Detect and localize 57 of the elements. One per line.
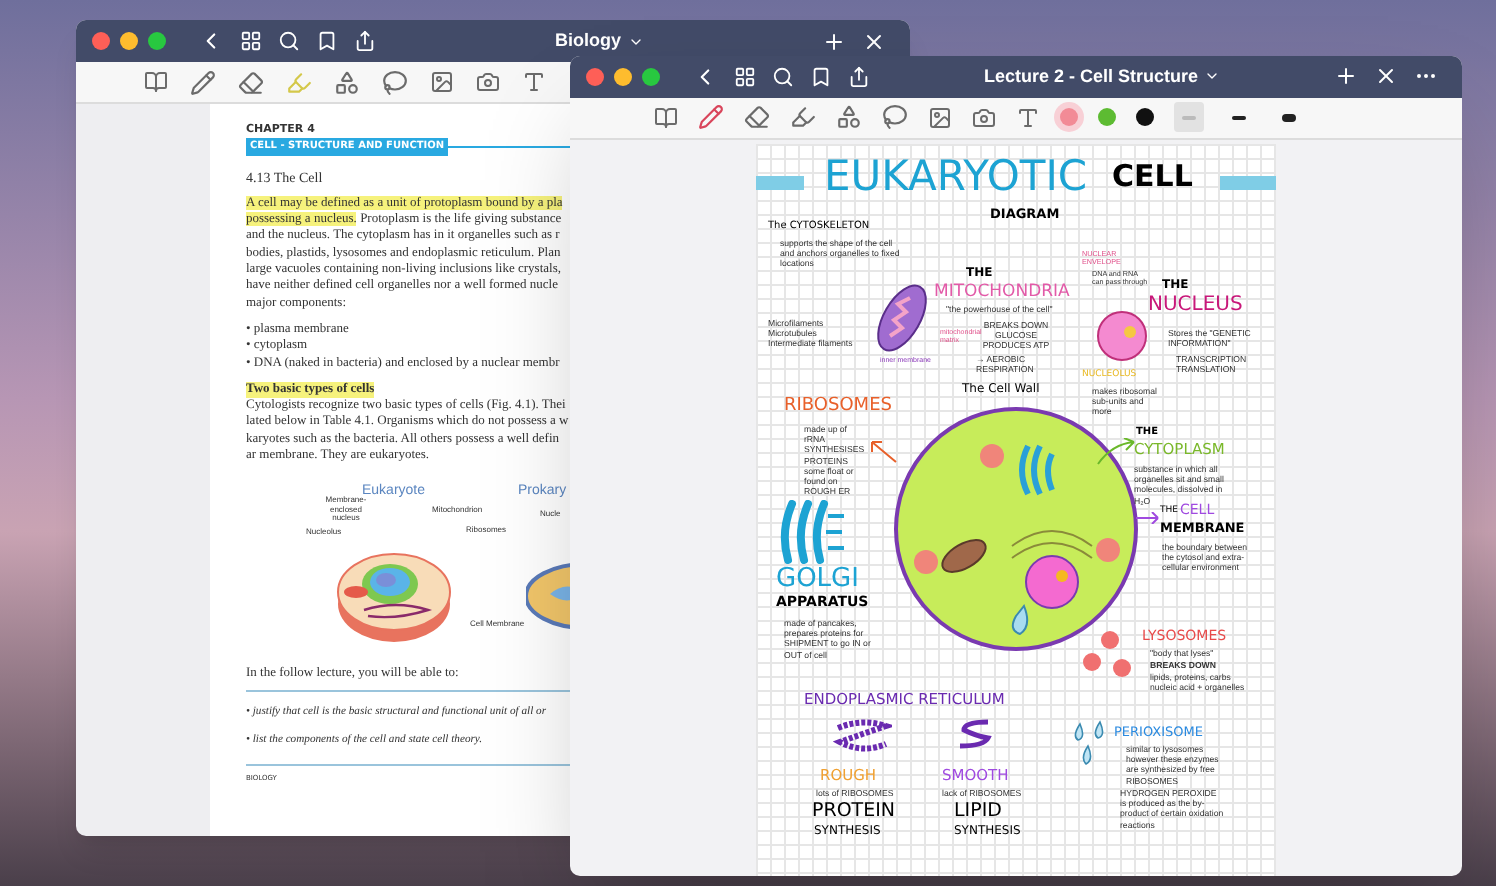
maximize-window-icon[interactable] (642, 67, 660, 86)
minimize-window-icon[interactable] (614, 67, 632, 86)
window-title[interactable]: Lecture 2 - Cell Structure (983, 63, 1199, 90)
search-icon[interactable] (772, 65, 794, 88)
section-heading: NUCLEUS (1148, 296, 1243, 316)
camera-icon[interactable] (476, 70, 500, 94)
nucleus-drawing (1096, 310, 1148, 362)
rough-er-drawing (832, 718, 892, 754)
minimize-window-icon[interactable] (120, 32, 138, 50)
window-title[interactable]: Biology (555, 27, 621, 55)
arrow-icon (1136, 512, 1160, 524)
section-heading: GOLGI (776, 566, 859, 592)
highlighter-icon[interactable] (790, 104, 816, 131)
note-title: CELL (1112, 162, 1193, 192)
maximize-window-icon[interactable] (148, 32, 166, 50)
close-icon[interactable] (862, 29, 886, 53)
lysosomes-drawing (1082, 630, 1134, 680)
share-icon[interactable] (848, 65, 870, 88)
banner-bar (1220, 176, 1276, 190)
color-swatch[interactable] (1098, 108, 1116, 127)
lasso-icon[interactable] (382, 69, 408, 95)
text-tool-icon[interactable] (1016, 105, 1040, 130)
image-icon[interactable] (430, 70, 454, 94)
note-title: EUKARYOTIC (824, 156, 1088, 198)
page-view-icon[interactable] (654, 105, 678, 130)
share-icon[interactable] (354, 30, 376, 52)
section-heading: RIBOSOMES (784, 398, 892, 416)
section-heading: PROTEIN (812, 802, 896, 821)
page-view-icon[interactable] (144, 70, 168, 94)
camera-icon[interactable] (972, 105, 996, 130)
close-icon[interactable] (1374, 64, 1398, 89)
eraser-icon[interactable] (238, 69, 264, 95)
new-page-icon[interactable] (1334, 64, 1358, 89)
bookmark-icon[interactable] (316, 30, 338, 52)
color-swatch[interactable] (1060, 108, 1078, 127)
eraser-icon[interactable] (744, 104, 770, 131)
close-window-icon[interactable] (92, 32, 110, 50)
bookmark-icon[interactable] (810, 65, 832, 88)
color-swatch[interactable] (1136, 108, 1154, 127)
search-icon[interactable] (278, 30, 300, 52)
grid-icon[interactable] (240, 30, 262, 52)
golgi-drawing (776, 500, 848, 564)
shapes-icon[interactable] (334, 69, 360, 95)
close-window-icon[interactable] (586, 67, 604, 86)
pen-icon[interactable] (190, 69, 216, 95)
shapes-icon[interactable] (836, 104, 862, 131)
section-heading: LIPID (954, 802, 1002, 821)
grid-icon[interactable] (734, 65, 756, 88)
image-icon[interactable] (928, 105, 952, 130)
lasso-icon[interactable] (882, 104, 908, 131)
text-tool-icon[interactable] (522, 70, 546, 94)
arrow-icon (1096, 438, 1136, 466)
pen-icon[interactable] (698, 104, 724, 131)
new-page-icon[interactable] (822, 29, 846, 53)
section-heading: MITOCHONDRIA (934, 284, 1070, 301)
arrow-icon (870, 440, 898, 464)
banner-bar (756, 176, 804, 190)
